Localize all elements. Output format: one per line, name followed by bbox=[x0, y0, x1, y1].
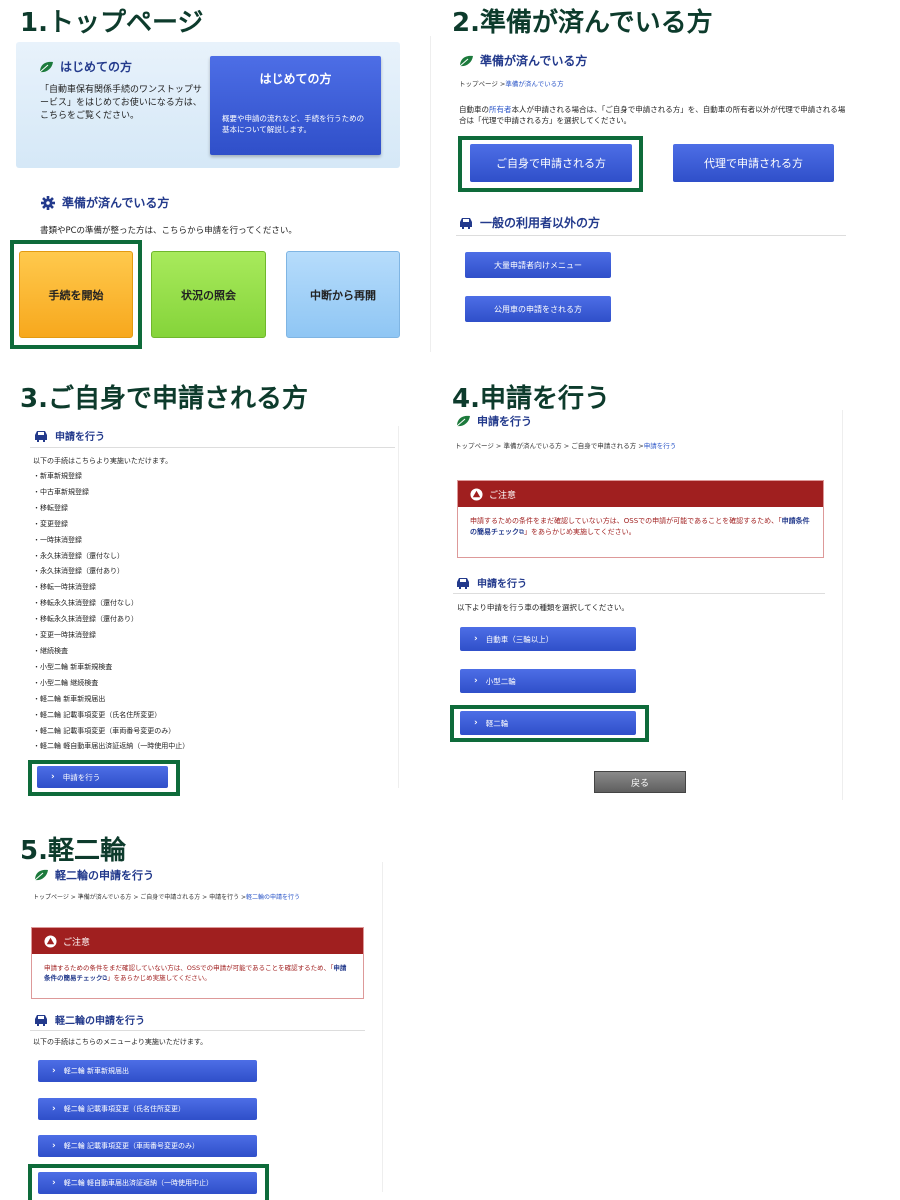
first-visit-button[interactable]: はじめての方 概要や申請の流れなど、手続を行うための基本について解説します。 bbox=[210, 56, 381, 155]
divider bbox=[453, 593, 825, 594]
light-bike-desc: 以下の手続はこちらのメニューより実施いただけます。 bbox=[33, 1038, 208, 1046]
light-bike-sub-header: 軽二輪の申請を行う bbox=[33, 1012, 145, 1027]
list-item: ・新車新規登録 bbox=[33, 472, 82, 480]
caution-box: ご注意 申請するための条件をまだ確認していない方は、OSSでの申請が可能であるこ… bbox=[31, 927, 364, 999]
gear-icon bbox=[41, 195, 55, 210]
divider bbox=[30, 1030, 365, 1031]
procedure-list: ・新車新規登録 ・中古車新規登録 ・移転登録 ・変更登録 ・一時抹消登録 ・永久… bbox=[33, 469, 189, 755]
list-item: ・移転一時抹消登録 bbox=[33, 583, 96, 592]
step3-title: 3.ご自身で申請される方 bbox=[20, 384, 308, 414]
crumb-current: 軽二輪の申請を行う bbox=[246, 894, 301, 901]
caution-header: ご注意 bbox=[458, 481, 823, 507]
highlight-start bbox=[10, 240, 142, 349]
crumb-path[interactable]: トップページ > 準備が済んでいる方 > ご自身で申請される方 > bbox=[455, 442, 644, 450]
highlight-return bbox=[28, 1164, 269, 1200]
owner-link[interactable]: 所有者 bbox=[489, 105, 512, 114]
car-icon bbox=[460, 217, 472, 229]
list-item: ・変更一時抹消登録 bbox=[33, 631, 96, 640]
apply-page-header: 申請を行う bbox=[455, 413, 532, 429]
list-item: ・軽二輪 記載事項変更（氏名住所変更） bbox=[33, 710, 162, 719]
crumb-current: 準備が済んでいる方 bbox=[505, 80, 564, 88]
step4-title: 4.申請を行う bbox=[452, 384, 610, 414]
apply-header: 申請を行う bbox=[33, 428, 105, 443]
leaf-icon bbox=[459, 55, 473, 66]
first-visit-panel: はじめての方 「自動車保有関係手続のワンストップサービス」をはじめてお使いになる… bbox=[16, 42, 400, 168]
first-visit-desc: 「自動車保有関係手続のワンストップサービス」をはじめてお使いになる方は、こちらを… bbox=[40, 85, 202, 121]
vehicle-type-desc: 以下より申請を行う車の種類を選択してください。 bbox=[457, 603, 629, 612]
divider bbox=[30, 447, 395, 448]
vehicle-car-button[interactable]: › 自動車（三輪以上） bbox=[460, 627, 636, 651]
breadcrumb: トップページ > 準備が済んでいる方 > ご自身で申請される方 > 申請を行う … bbox=[33, 892, 300, 901]
warning-icon bbox=[470, 487, 483, 501]
leaf-icon bbox=[34, 869, 48, 881]
public-vehicle-button[interactable]: 公用車の申請をされる方 bbox=[465, 296, 611, 322]
list-item: ・軽二輪 軽自動車届出済証返納（一時使用中止） bbox=[33, 742, 190, 751]
list-item: ・軽二輪 記載事項変更（車両番号変更のみ） bbox=[33, 726, 176, 735]
vehicle-type-header: 申請を行う bbox=[455, 575, 527, 590]
list-item: ・永久抹消登録（還付あり） bbox=[33, 567, 124, 576]
list-item: ・一時抹消登録 bbox=[33, 535, 82, 544]
list-item: ・永久抹消登録（還付なし） bbox=[33, 551, 124, 560]
chevron-right-icon: › bbox=[474, 676, 478, 686]
divider bbox=[398, 426, 399, 788]
other-users-header: 一般の利用者以外の方 bbox=[458, 214, 600, 231]
caution-body: 申請するための条件をまだ確認していない方は、OSSでの申請が可能であることを確認… bbox=[470, 517, 810, 536]
highlight-light-bike bbox=[450, 705, 649, 742]
vehicle-small-bike-button[interactable]: › 小型二輪 bbox=[460, 669, 636, 693]
step2-title: 2.準備が済んでいる方 bbox=[452, 8, 713, 38]
chevron-right-icon: › bbox=[474, 634, 478, 644]
back-button[interactable]: 戻る bbox=[594, 771, 686, 793]
breadcrumb: トップページ > 準備が済んでいる方 > ご自身で申請される方 >申請を行う bbox=[455, 440, 676, 450]
step1-title: 1.トップページ bbox=[20, 8, 204, 38]
leaf-icon bbox=[456, 415, 470, 427]
status-inquiry-button[interactable]: 状況の照会 bbox=[151, 251, 266, 338]
chevron-right-icon: › bbox=[52, 1141, 56, 1151]
list-item: ・小型二輪 継続検査 bbox=[33, 678, 99, 687]
ready-header: 準備が済んでいる方 bbox=[40, 194, 169, 211]
warning-icon bbox=[44, 934, 57, 948]
list-item: ・移転永久抹消登録（還付あり） bbox=[33, 615, 138, 624]
light-bike-number-change-button[interactable]: › 軽二輪 記載事項変更（車両番号変更のみ） bbox=[38, 1135, 257, 1157]
chevron-right-icon: › bbox=[52, 1104, 56, 1114]
highlight-self bbox=[458, 136, 643, 192]
chevron-right-icon: › bbox=[52, 1066, 56, 1076]
highlight-apply bbox=[28, 760, 180, 796]
caution-box: ご注意 申請するための条件をまだ確認していない方は、OSSでの申請が可能であるこ… bbox=[457, 480, 824, 558]
car-icon bbox=[457, 577, 469, 589]
crumb-home[interactable]: トップページ > bbox=[459, 80, 505, 88]
divider bbox=[842, 410, 843, 800]
list-item: ・軽二輪 新車新規届出 bbox=[33, 694, 106, 703]
list-item: ・移転永久抹消登録（還付なし） bbox=[33, 599, 138, 608]
list-item: ・変更登録 bbox=[33, 519, 68, 528]
list-item: ・小型二輪 新車新規検査 bbox=[33, 662, 113, 671]
ready-desc: 書類やPCの準備が整った方は、こちらから申請を行ってください。 bbox=[40, 226, 297, 236]
proxy-apply-button[interactable]: 代理で申請される方 bbox=[673, 144, 834, 182]
bulk-applicant-button[interactable]: 大量申請者向けメニュー bbox=[465, 252, 611, 278]
divider bbox=[456, 235, 846, 236]
light-bike-page-header: 軽二輪の申請を行う bbox=[33, 867, 154, 883]
list-item: ・移転登録 bbox=[33, 503, 68, 512]
caution-body: 申請するための条件をまだ確認していない方は、OSSでの申請が可能であることを確認… bbox=[44, 964, 347, 982]
divider bbox=[382, 862, 383, 1192]
first-visit-header: はじめての方 bbox=[38, 58, 132, 75]
list-item: ・継続検査 bbox=[33, 646, 68, 655]
ready-page-header: 準備が済んでいる方 bbox=[458, 52, 587, 69]
light-bike-address-change-button[interactable]: › 軽二輪 記載事項変更（氏名住所変更） bbox=[38, 1098, 257, 1120]
resume-button[interactable]: 中断から再開 bbox=[286, 251, 400, 338]
list-item: ・中古車新規登録 bbox=[33, 487, 89, 496]
divider bbox=[430, 36, 431, 352]
car-icon bbox=[35, 1014, 47, 1026]
step5-title: 5.軽二輪 bbox=[20, 836, 126, 866]
ready-desc-2: 自動車の所有者本人が申請される場合は、「ご自身で申請される方」を、自動車の所有者… bbox=[459, 105, 846, 125]
leaf-icon bbox=[39, 61, 53, 72]
car-icon bbox=[35, 430, 47, 442]
crumb-current: 申請を行う bbox=[643, 442, 677, 450]
crumb-path[interactable]: トップページ > 準備が済んでいる方 > ご自身で申請される方 > 申請を行う … bbox=[33, 894, 246, 901]
caution-header: ご注意 bbox=[32, 928, 363, 954]
breadcrumb: トップページ >準備が済んでいる方 bbox=[459, 78, 564, 88]
light-bike-new-button[interactable]: › 軽二輪 新車新規届出 bbox=[38, 1060, 257, 1082]
procedure-desc: 以下の手続はこちらより実施いただけます。 bbox=[33, 457, 173, 465]
